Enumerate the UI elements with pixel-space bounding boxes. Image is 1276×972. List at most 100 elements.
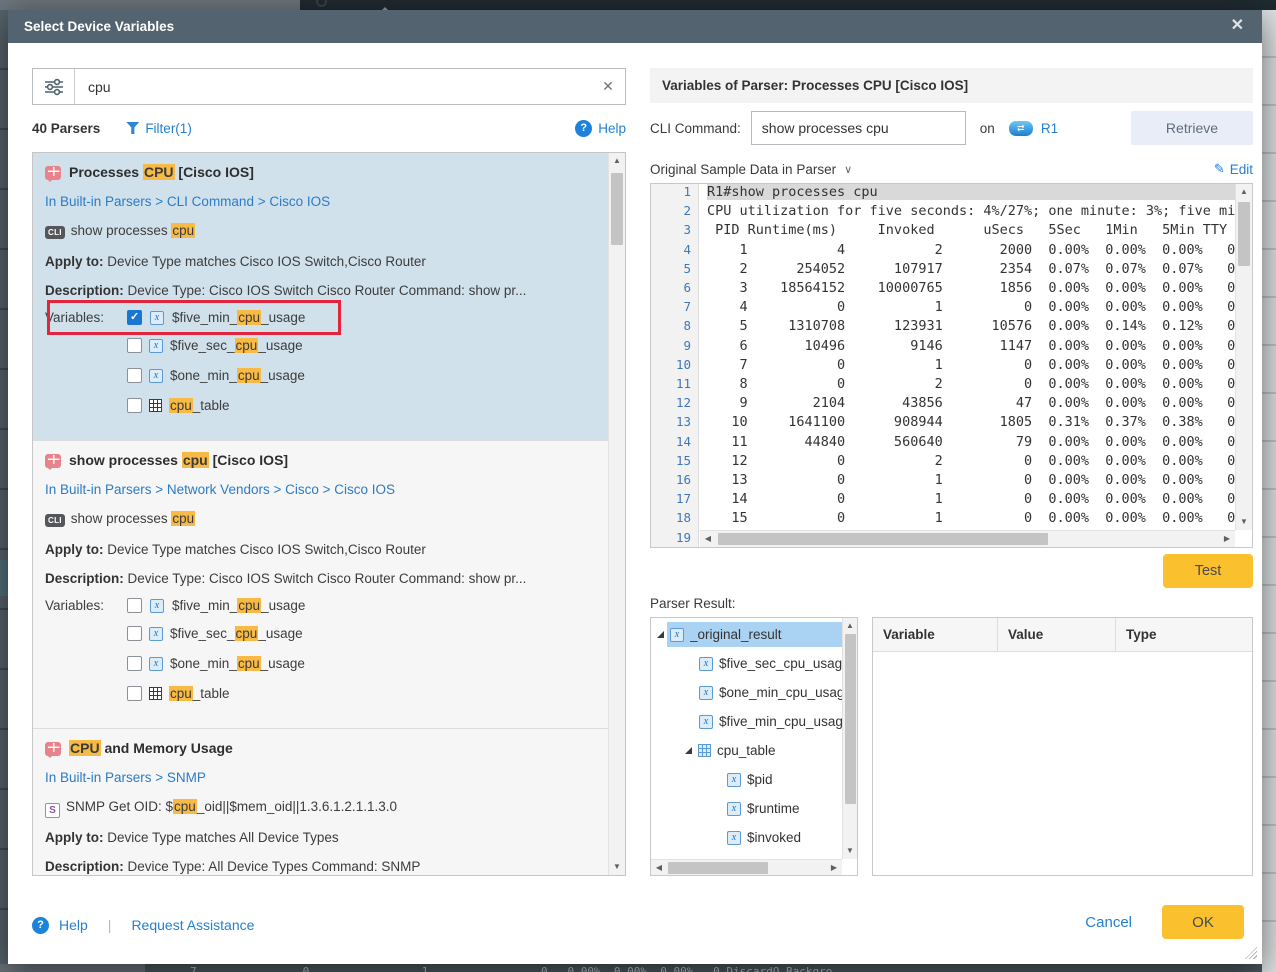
cli-badge: CLI [45, 226, 65, 239]
sample-data-editor[interactable]: 1R1#show processes cpu 2CPU utilization … [650, 183, 1253, 548]
sample-horizontal-scrollbar[interactable]: ◀ ▶ [700, 530, 1235, 547]
variable-icon: x [727, 802, 741, 816]
parser-list-viewport: Processes CPU [Cisco IOS] In Built-in Pa… [33, 153, 608, 875]
tree-item[interactable]: x $five_min_cpu_usage [651, 707, 842, 736]
column-header-value: Value [998, 618, 1116, 651]
collapse-icon[interactable] [685, 747, 692, 754]
variable-checkbox[interactable] [127, 338, 142, 353]
variable-name: $five_sec_cpu_usage [170, 624, 303, 643]
variable-checkbox[interactable] [127, 368, 142, 383]
tree-horizontal-scrollbar[interactable]: ◀ ▶ [651, 859, 842, 875]
request-assistance-link[interactable]: Request Assistance [131, 917, 254, 933]
scroll-down-icon[interactable]: ▼ [1236, 514, 1252, 530]
background-bottom-segment [0, 964, 145, 972]
parser-card-cpu-and-memory[interactable]: CPU and Memory Usage In Built-in Parsers… [33, 729, 608, 875]
tree-vertical-scrollbar[interactable]: ▲ ▼ [842, 618, 857, 859]
parser-list-scrollbar[interactable]: ▲ ▼ [608, 153, 625, 875]
variable-checkbox[interactable] [127, 686, 142, 701]
scroll-up-icon[interactable]: ▲ [843, 618, 857, 634]
variable-checkbox[interactable] [127, 310, 142, 325]
cancel-button[interactable]: Cancel [1085, 914, 1132, 931]
help-link-top[interactable]: ? Help [575, 120, 626, 137]
code-line: 12 9 2104 43856 47 0.00% 0.00% 0.00% 0 [651, 395, 1252, 414]
select-device-variables-dialog: Select Device Variables ✕ ✕ 40 Parsers F… [8, 10, 1262, 964]
variable-checkbox[interactable] [127, 598, 142, 613]
scroll-right-icon[interactable]: ▶ [1219, 531, 1235, 547]
collapse-icon[interactable] [657, 631, 664, 638]
tree-item[interactable]: x $pid [651, 765, 842, 794]
table-icon [149, 687, 162, 700]
code-line: 7 4 0 1 0 0.00% 0.00% 0.00% 0 [651, 299, 1252, 318]
ok-button[interactable]: OK [1162, 905, 1244, 939]
variable-checkbox[interactable] [127, 626, 142, 641]
parser-card-show-processes-cpu[interactable]: show processes cpu [Cisco IOS] In Built-… [33, 441, 608, 729]
scroll-up-icon[interactable]: ▲ [609, 153, 625, 169]
variable-checkbox[interactable] [127, 398, 142, 413]
code-line: 1R1#show processes cpu [651, 184, 1252, 203]
close-icon[interactable]: ✕ [1227, 10, 1248, 43]
parser-title-text: Processes CPU [Cisco IOS] [69, 163, 254, 182]
tree-item[interactable]: x $five_sec_cpu_usage [651, 649, 842, 678]
chevron-down-icon[interactable]: ∨ [844, 163, 852, 176]
parser-path-link[interactable]: In Built-in Parsers > Network Vendors > … [45, 480, 596, 499]
variables-label: Variables: [45, 598, 119, 613]
background-bottom-edge: 7 0 1 0 0.00% 0.00% 0.00% 0 DiscardQ Bac… [0, 964, 1276, 972]
help-label: Help [598, 121, 626, 136]
scrollbar-thumb[interactable] [845, 634, 856, 804]
code-line: 3 PID Runtime(ms) Invoked uSecs 5Sec 1Mi… [651, 222, 1252, 241]
variable-name: $five_sec_cpu_usage [170, 336, 303, 355]
cli-command-label: CLI Command: [650, 121, 741, 136]
search-input[interactable] [75, 79, 591, 95]
parser-apply-to: Apply to: Device Type matches All Device… [45, 828, 596, 847]
resize-handle[interactable] [1245, 947, 1257, 959]
sample-vertical-scrollbar[interactable]: ▲ ▼ [1235, 184, 1252, 530]
result-table-header: Variable Value Type [873, 618, 1252, 652]
variable-checkbox[interactable] [127, 656, 142, 671]
parser-list: Processes CPU [Cisco IOS] In Built-in Pa… [32, 152, 626, 876]
code-line: 14 11 44840 560640 79 0.00% 0.00% 0.00% … [651, 434, 1252, 453]
scrollbar-thumb[interactable] [668, 862, 768, 874]
retrieve-button[interactable]: Retrieve [1131, 111, 1253, 145]
variables-panel-header: Variables of Parser: Processes CPU [Cisc… [650, 68, 1253, 103]
variable-icon: x [149, 657, 163, 671]
variable-icon: x [149, 339, 163, 353]
edit-button[interactable]: ✎ Edit [1214, 161, 1253, 177]
parser-result-label: Parser Result: [650, 596, 736, 611]
code-line: 9 6 10496 9146 1147 0.00% 0.00% 0.00% 0 [651, 338, 1252, 357]
dialog-titlebar: Select Device Variables ✕ [8, 10, 1262, 43]
scroll-right-icon[interactable]: ▶ [826, 860, 842, 875]
tree-item[interactable]: x $invoked [651, 823, 842, 852]
variable-icon: x [150, 599, 164, 613]
scroll-up-icon[interactable]: ▲ [1236, 184, 1252, 200]
background-circle-icon [316, 0, 327, 7]
parser-path-link[interactable]: In Built-in Parsers > CLI Command > Cisc… [45, 192, 596, 211]
tree-item-original-result[interactable]: x _original_result [651, 620, 842, 649]
variables-label: Variables: [45, 310, 119, 325]
variable-row: x $one_min_cpu_usage [127, 366, 596, 385]
scrollbar-thumb[interactable] [1238, 202, 1250, 266]
cli-command-input[interactable] [751, 111, 966, 145]
tree-item[interactable]: x $runtime [651, 794, 842, 823]
parser-title: CPU and Memory Usage [45, 739, 596, 758]
variable-icon: x [699, 715, 713, 729]
scrollbar-thumb[interactable] [611, 173, 623, 245]
parser-title: Processes CPU [Cisco IOS] [45, 163, 596, 182]
scroll-left-icon[interactable]: ◀ [700, 531, 716, 547]
scroll-down-icon[interactable]: ▼ [609, 859, 625, 875]
device-link[interactable]: R1 [1041, 121, 1058, 136]
parser-card-processes-cpu[interactable]: Processes CPU [Cisco IOS] In Built-in Pa… [33, 153, 608, 441]
filter-button[interactable]: Filter(1) [126, 121, 192, 136]
clear-search-icon[interactable]: ✕ [591, 78, 625, 95]
variable-row: cpu_table [127, 684, 596, 703]
scroll-down-icon[interactable]: ▼ [843, 843, 857, 859]
scrollbar-thumb[interactable] [718, 533, 1048, 545]
tree-item-cpu-table[interactable]: cpu_table [651, 736, 842, 765]
help-link[interactable]: Help [59, 917, 88, 933]
search-options-icon[interactable] [33, 69, 75, 104]
parser-path-link[interactable]: In Built-in Parsers > SNMP [45, 768, 596, 787]
test-button[interactable]: Test [1163, 554, 1253, 588]
scroll-left-icon[interactable]: ◀ [651, 860, 667, 875]
tree-item[interactable]: x $one_min_cpu_usage [651, 678, 842, 707]
snmp-badge: S [45, 803, 60, 818]
parser-description: Description: Device Type: Cisco IOS Swit… [45, 281, 596, 300]
